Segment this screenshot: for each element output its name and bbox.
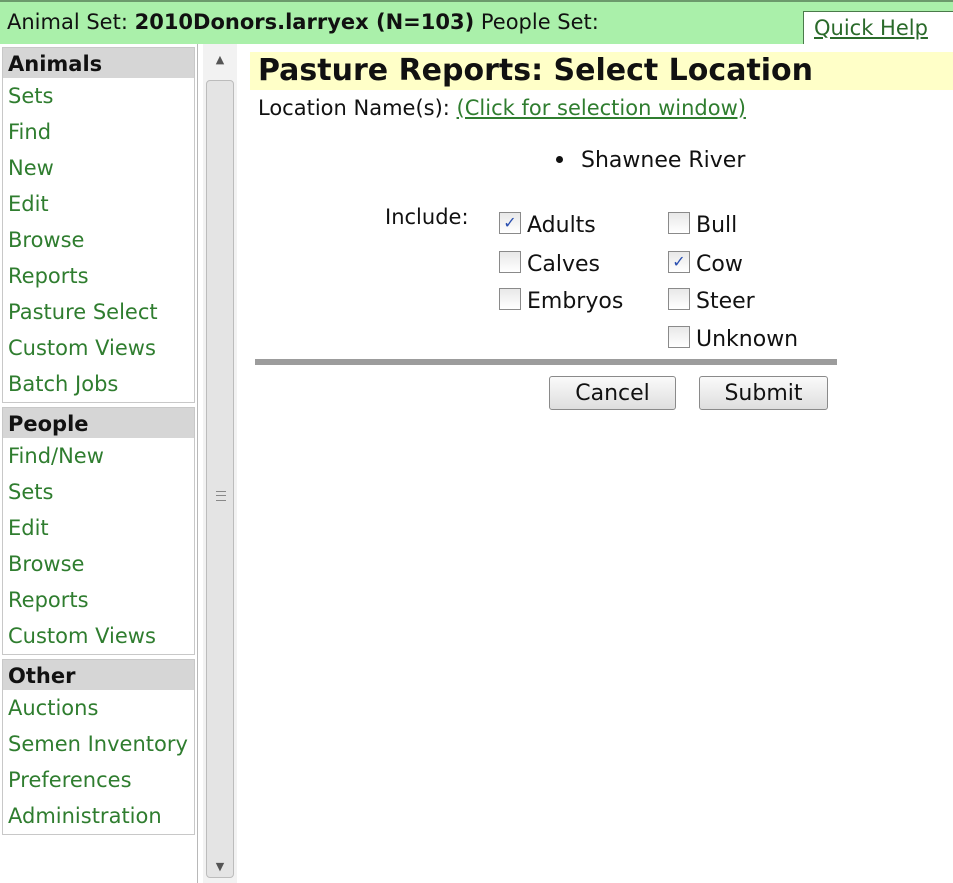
checkbox-box[interactable] (668, 211, 690, 234)
checkbox-label: Steer (696, 289, 755, 314)
cancel-button[interactable]: Cancel (549, 376, 676, 410)
sidebar-scrollbar[interactable]: ▲ ▼ (203, 44, 237, 883)
bullet-icon (556, 155, 563, 163)
checkbox-label: Calves (527, 252, 600, 277)
checkbox-box[interactable] (499, 287, 521, 310)
location-selection-link[interactable]: (Click for selection window) (457, 96, 746, 120)
checkbox-unknown[interactable]: Unknown (668, 325, 799, 352)
checkbox-box[interactable]: ✓ (668, 250, 690, 273)
scrollbar-thumb[interactable] (206, 80, 234, 878)
sidebar-item-people-find-new[interactable]: Find/New (3, 438, 194, 474)
sidebar-nav: Animals Sets Find New Edit Browse Report… (0, 44, 198, 883)
sidebar-item-people-browse[interactable]: Browse (3, 546, 194, 582)
scroll-up-arrow-icon[interactable]: ▲ (203, 44, 237, 76)
sidebar-item-animals-find[interactable]: Find (3, 114, 194, 150)
submit-button[interactable]: Submit (699, 376, 828, 410)
sidebar-item-people-custom-views[interactable]: Custom Views (3, 618, 194, 654)
nav-group-people: People Find/New Sets Edit Browse Reports… (2, 407, 195, 655)
animal-set-prefix: Animal Set: (7, 10, 135, 34)
checkbox-cow[interactable]: ✓ Cow (668, 250, 743, 277)
location-row: Location Name(s): (Click for selection w… (258, 96, 746, 120)
checkbox-box[interactable]: ✓ (499, 211, 521, 234)
checkbox-label: Bull (696, 213, 738, 238)
include-label: Include: (385, 205, 469, 229)
sidebar-item-animals-new[interactable]: New (3, 150, 194, 186)
location-label: Location Name(s): (258, 96, 450, 120)
checkbox-steer[interactable]: Steer (668, 287, 755, 314)
nav-group-other: Other Auctions Semen Inventory Preferenc… (2, 659, 195, 835)
checkbox-bull[interactable]: Bull (668, 211, 738, 238)
sidebar-item-animals-sets[interactable]: Sets (3, 78, 194, 114)
sidebar-item-batch-jobs[interactable]: Batch Jobs (3, 366, 194, 402)
sidebar-item-animals-browse[interactable]: Browse (3, 222, 194, 258)
checkbox-label: Unknown (696, 327, 799, 352)
animal-set-name: 2010Donors.larryex (N=103) (134, 10, 475, 34)
nav-heading-people: People (3, 408, 194, 438)
sidebar-item-animals-edit[interactable]: Edit (3, 186, 194, 222)
checkbox-embryos[interactable]: Embryos (499, 287, 624, 314)
checkbox-box[interactable] (668, 287, 690, 310)
sidebar-item-auctions[interactable]: Auctions (3, 690, 194, 726)
checkbox-calves[interactable]: Calves (499, 250, 600, 277)
sidebar-item-preferences[interactable]: Preferences (3, 762, 194, 798)
sidebar-item-semen-inventory[interactable]: Semen Inventory (3, 726, 194, 762)
checkbox-box[interactable] (668, 325, 690, 348)
checkbox-label: Cow (696, 252, 743, 277)
sidebar-item-pasture-select[interactable]: Pasture Select (3, 294, 194, 330)
nav-heading-animals: Animals (3, 48, 194, 78)
checkbox-adults[interactable]: ✓ Adults (499, 211, 596, 238)
scroll-down-arrow-icon[interactable]: ▼ (203, 851, 237, 883)
form-divider (255, 359, 837, 365)
checkbox-box[interactable] (499, 250, 521, 273)
sidebar-item-people-reports[interactable]: Reports (3, 582, 194, 618)
sidebar-item-animals-custom-views[interactable]: Custom Views (3, 330, 194, 366)
selected-location-item: Shawnee River (556, 148, 745, 173)
top-status-bar: Animal Set: 2010Donors.larryex (N=103) P… (0, 0, 953, 44)
checkbox-label: Adults (527, 213, 596, 238)
sidebar-item-animals-reports[interactable]: Reports (3, 258, 194, 294)
clipped-text-row (160, 40, 420, 44)
top-border (0, 0, 953, 2)
sidebar-item-administration[interactable]: Administration (3, 798, 194, 834)
selected-location-name: Shawnee River (581, 148, 746, 173)
nav-heading-other: Other (3, 660, 194, 690)
quick-help-link[interactable]: Quick Help (803, 11, 953, 44)
nav-group-animals: Animals Sets Find New Edit Browse Report… (2, 47, 195, 403)
sidebar-item-people-edit[interactable]: Edit (3, 510, 194, 546)
sidebar-item-people-sets[interactable]: Sets (3, 474, 194, 510)
checkbox-label: Embryos (527, 289, 624, 314)
set-summary: Animal Set: 2010Donors.larryex (N=103) P… (7, 10, 599, 34)
page-title: Pasture Reports: Select Location (258, 53, 814, 88)
scrollbar-grip-icon (216, 491, 226, 501)
people-set-label: People Set: (474, 10, 599, 34)
